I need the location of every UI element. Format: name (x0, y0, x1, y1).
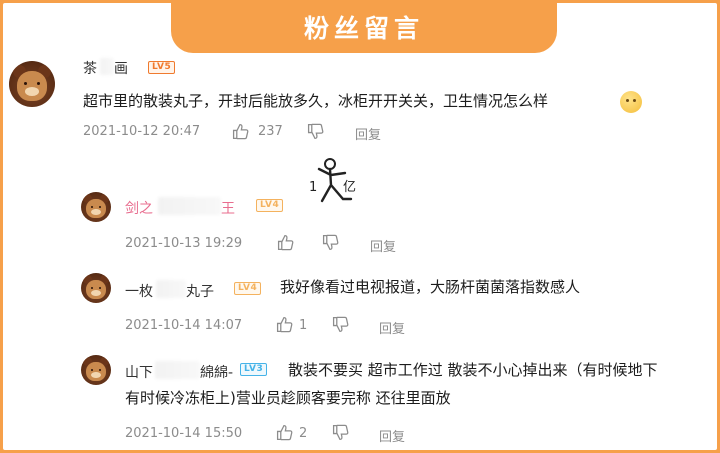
username-suffix[interactable]: 王 (221, 198, 235, 218)
name-redaction (155, 361, 200, 379)
level-badge: LV4 (234, 282, 262, 295)
avatar[interactable] (81, 273, 111, 303)
like-count: 2 (299, 426, 308, 441)
avatar[interactable] (81, 355, 111, 385)
avatar[interactable] (9, 61, 55, 107)
thumbs-up-icon[interactable] (276, 424, 293, 441)
thumbs-up-icon[interactable] (232, 123, 249, 140)
comment-text-continued: 有时候冷冻柜上)营业员趁顾客要完称 还往里面放 (125, 389, 451, 407)
comment-date: 2021-10-13 19:29 (125, 236, 243, 251)
header-tab: 粉丝留言 (171, 3, 557, 53)
reply-button[interactable]: 回复 (370, 236, 396, 255)
username-suffix[interactable]: 綿綿- (200, 362, 233, 382)
username[interactable]: 山下 (125, 362, 153, 382)
reply-button[interactable]: 回复 (379, 426, 405, 445)
name-redaction (100, 58, 114, 75)
username-suffix[interactable]: 丸子 (186, 281, 214, 301)
like-count: 1 (299, 318, 308, 333)
comment-text: 超市里的散装丸子，开封后能放多久，冰柜开开关关，卫生情况怎么样 (83, 92, 549, 110)
thumbs-down-icon[interactable] (332, 316, 349, 333)
level-badge: LV3 (240, 363, 268, 376)
username[interactable]: 茶 (83, 58, 97, 78)
comment-text: 我好像看过电视报道，大肠杆菌菌落指数感人 (280, 278, 581, 296)
thumbs-down-icon[interactable] (307, 123, 324, 140)
comment-panel: 粉丝留言 茶 画 LV5 超市里的散装丸子，开封后能放多久，冰柜开开关关，卫生情… (3, 3, 717, 450)
username[interactable]: 剑之 (125, 198, 153, 218)
level-badge: LV5 (148, 61, 176, 74)
username[interactable]: 一枚 (125, 281, 153, 301)
thumbs-up-icon[interactable] (276, 316, 293, 333)
like-count: 237 (258, 124, 283, 139)
name-redaction (156, 280, 186, 298)
kungfu-sticker-icon: 1 亿 (309, 158, 356, 203)
thumbs-down-icon[interactable] (322, 234, 339, 251)
comment-date: 2021-10-14 14:07 (125, 318, 243, 333)
comment-text: 散装不要买 超市工作过 散装不小心掉出来（有时候地下 (288, 361, 658, 379)
header-title: 粉丝留言 (303, 13, 424, 43)
sticker-text: 1 (309, 180, 317, 195)
avatar[interactable] (81, 192, 111, 222)
name-redaction (158, 197, 221, 215)
sticker-text: 亿 (343, 180, 356, 195)
thumbs-up-icon[interactable] (277, 234, 294, 251)
username-suffix[interactable]: 画 (114, 58, 128, 78)
level-badge: LV4 (256, 199, 284, 212)
thumbs-down-icon[interactable] (332, 424, 349, 441)
reply-button[interactable]: 回复 (379, 318, 405, 337)
comment-date: 2021-10-12 20:47 (83, 124, 201, 139)
comment-date: 2021-10-14 15:50 (125, 426, 243, 441)
emoji-icon (620, 91, 642, 113)
reply-button[interactable]: 回复 (355, 124, 381, 143)
